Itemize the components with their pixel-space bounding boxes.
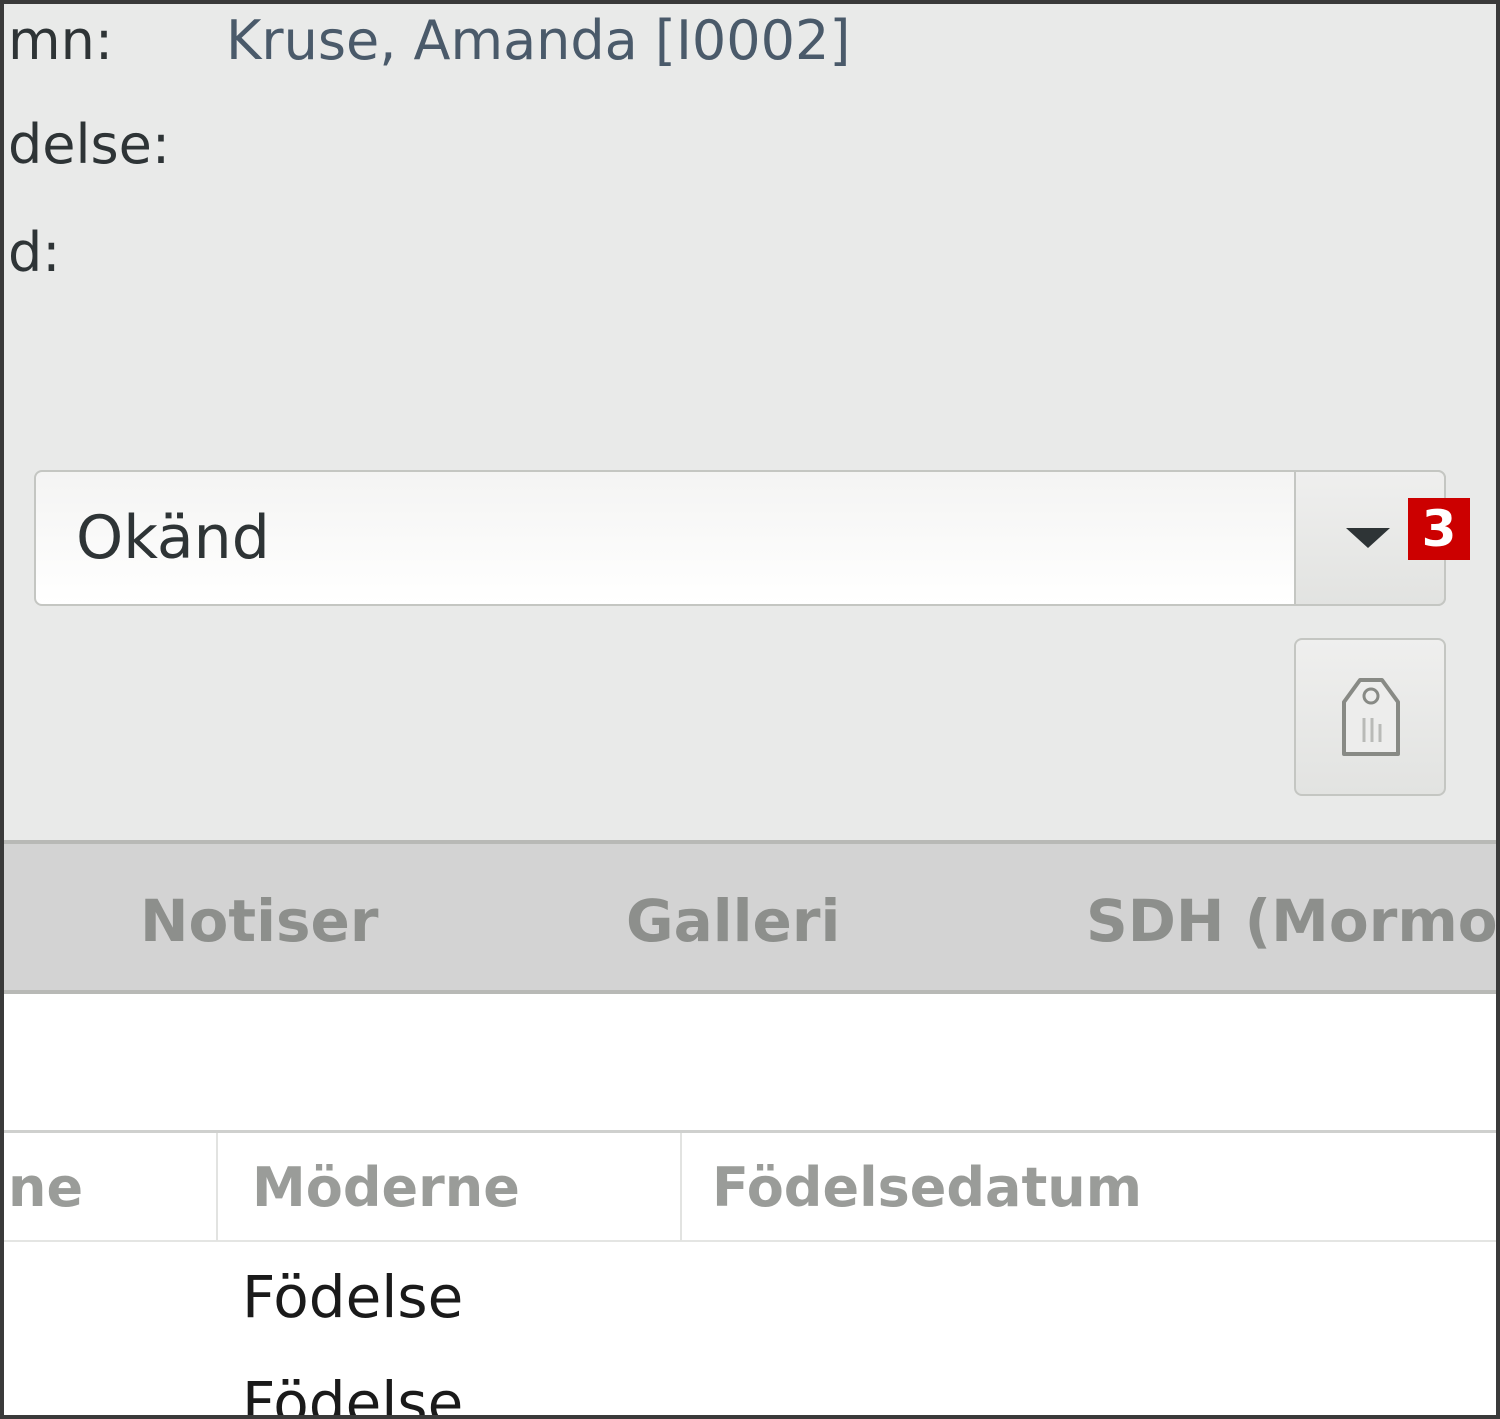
shortcut-badge: 3 bbox=[1408, 498, 1470, 560]
birth-label: delse: bbox=[8, 113, 171, 176]
tab-galleri[interactable]: Galleri bbox=[626, 886, 840, 956]
name-label: mn: bbox=[8, 9, 114, 72]
column-divider[interactable] bbox=[216, 1133, 218, 1241]
column-divider[interactable] bbox=[680, 1133, 682, 1241]
column-header-partial[interactable]: ne bbox=[8, 1155, 83, 1221]
person-editor-window: mn: Kruse, Amanda [I0002] delse: d: Okän… bbox=[0, 0, 1500, 1419]
death-label: d: bbox=[8, 221, 61, 284]
tab-content: ne Möderne Födelsedatum Födelse Födelse bbox=[4, 994, 1496, 1415]
table-header: ne Möderne Födelsedatum bbox=[4, 1130, 1496, 1242]
name-value: Kruse, Amanda [I0002] bbox=[226, 9, 851, 72]
tab-sdh-mormon[interactable]: SDH (Mormo bbox=[1086, 886, 1496, 956]
gender-combo[interactable]: Okänd bbox=[34, 470, 1446, 606]
chevron-down-icon bbox=[1346, 528, 1390, 548]
table-cell[interactable]: Födelse bbox=[242, 1368, 463, 1415]
tag-icon bbox=[1342, 678, 1400, 756]
column-header-moderne[interactable]: Möderne bbox=[252, 1155, 520, 1221]
tab-notiser[interactable]: Notiser bbox=[140, 886, 378, 956]
tags-button[interactable] bbox=[1294, 638, 1446, 796]
column-header-fodelsedatum[interactable]: Födelsedatum bbox=[712, 1155, 1142, 1221]
table-cell[interactable]: Födelse bbox=[242, 1262, 463, 1332]
gender-selected-value: Okänd bbox=[76, 503, 270, 573]
tab-bar: Notiser Galleri SDH (Mormo bbox=[4, 840, 1496, 994]
